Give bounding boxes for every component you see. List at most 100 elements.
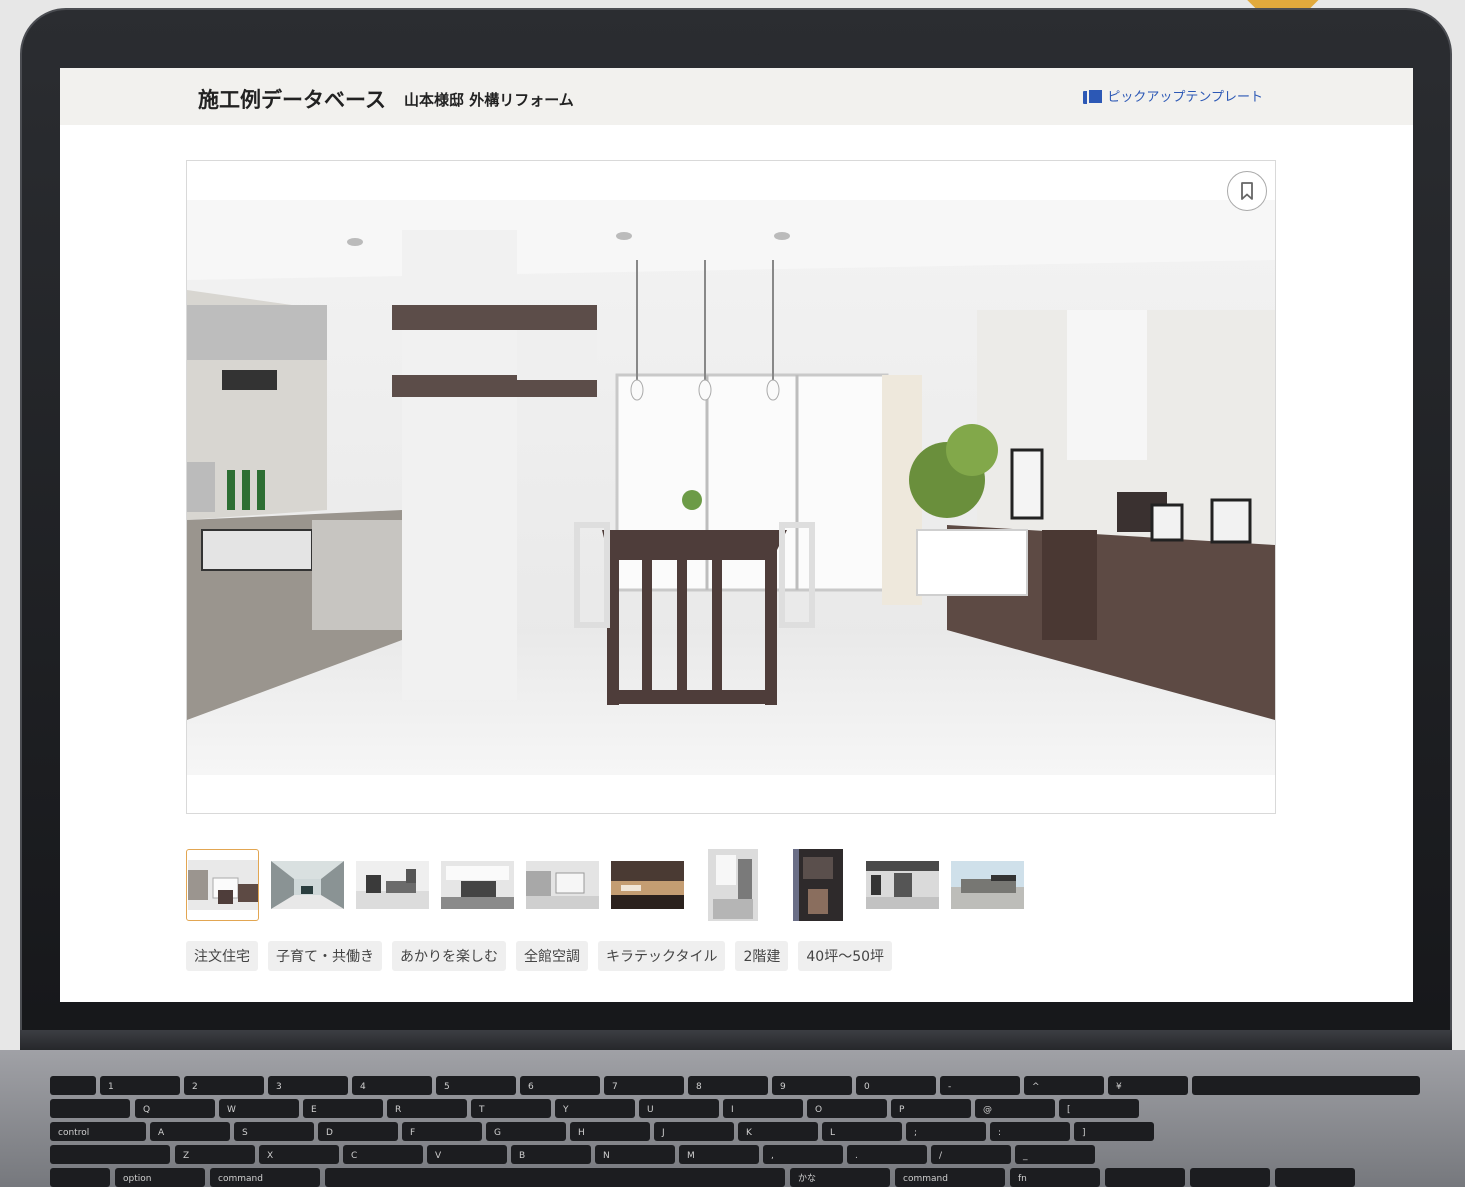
keyboard-key [763, 1145, 843, 1164]
keyboard-key-label: command [903, 1174, 948, 1184]
keyboard-key-label: Y [562, 1105, 569, 1115]
keyboard-key-label: 9 [780, 1082, 786, 1092]
tag[interactable]: キラテックタイル [598, 941, 726, 971]
keyboard-key-label: [ [1067, 1105, 1071, 1115]
keyboard-key [50, 1168, 110, 1187]
keyboard-key [50, 1076, 96, 1095]
tag[interactable]: 注文住宅 [186, 941, 258, 971]
keyboard-key-label: 6 [528, 1082, 534, 1092]
thumbnail[interactable] [271, 849, 344, 921]
pickup-template-link[interactable]: ピックアップテンプレート [1083, 86, 1263, 105]
keyboard-key-label: option [123, 1174, 151, 1184]
keyboard-key-label: 2 [192, 1082, 198, 1092]
keyboard-key-label: V [435, 1151, 442, 1161]
page-subtitle: 山本様邸 外構リフォーム [404, 91, 574, 109]
space-key [325, 1168, 785, 1187]
keyboard-key-label: Q [143, 1105, 150, 1115]
keyboard-key-label: control [58, 1128, 89, 1138]
keyboard-key-label: ^ [1032, 1082, 1040, 1092]
keyboard-key [990, 1122, 1070, 1141]
book-copy-icon [1083, 87, 1105, 105]
keyboard-key-label: H [578, 1128, 585, 1138]
keyboard-key-label: P [899, 1105, 905, 1115]
thumbnail[interactable] [186, 849, 259, 921]
thumbnail[interactable] [611, 849, 684, 921]
keyboard-key-label: 8 [696, 1082, 702, 1092]
keyboard-key-label: 5 [444, 1082, 450, 1092]
keyboard-key-label: X [267, 1151, 273, 1161]
keyboard-key-label: U [647, 1105, 654, 1115]
keyboard-key-label: : [998, 1128, 1001, 1138]
keyboard-key-label: . [855, 1151, 858, 1161]
tag[interactable]: あかりを楽しむ [392, 941, 506, 971]
keyboard-key-label: fn [1018, 1174, 1027, 1184]
tag[interactable]: 子育て・共働き [268, 941, 382, 971]
keyboard-key-label: L [830, 1128, 835, 1138]
tag[interactable]: 全館空調 [516, 941, 588, 971]
keyboard-key-label: R [395, 1105, 401, 1115]
laptop-screen: 施工例データベース 山本様邸 外構リフォーム ピックアップテンプレート 注文住宅… [60, 68, 1413, 1002]
keyboard-key-label: 7 [612, 1082, 618, 1092]
keyboard-key [931, 1145, 1011, 1164]
keyboard-key-label: , [771, 1151, 774, 1161]
thumbnail[interactable] [866, 849, 939, 921]
pickup-template-label: ピックアップテンプレート [1107, 90, 1263, 105]
keyboard-key-label: F [410, 1128, 415, 1138]
page-title: 施工例データベース [198, 88, 386, 112]
keyboard-key-label: ¥ [1116, 1082, 1122, 1092]
tag[interactable]: 2階建 [735, 941, 789, 971]
keyboard-key-label: M [687, 1151, 695, 1161]
keyboard-key-label: 0 [864, 1082, 870, 1092]
keyboard-key-label: S [242, 1128, 248, 1138]
keyboard-key-label: D [326, 1128, 333, 1138]
arrow-key [1190, 1168, 1270, 1187]
keyboard-key-label: I [731, 1105, 734, 1115]
tag[interactable]: 40坪〜50坪 [798, 941, 893, 971]
keyboard-key [1059, 1099, 1139, 1118]
keyboard-key [654, 1122, 734, 1141]
main-photo [187, 200, 1275, 775]
keyboard-key-label: かな [798, 1173, 816, 1184]
keyboard-key [723, 1099, 803, 1118]
keyboard-key [906, 1122, 986, 1141]
keyboard-key [50, 1099, 130, 1118]
arrow-key [1105, 1168, 1185, 1187]
keyboard-key-label: - [948, 1082, 951, 1092]
keyboard-key-label: C [351, 1151, 357, 1161]
thumbnail-strip [186, 849, 1024, 921]
keyboard-key-label: G [494, 1128, 501, 1138]
keyboard-key [1192, 1076, 1420, 1095]
thumbnail[interactable] [696, 849, 769, 921]
thumbnail[interactable] [526, 849, 599, 921]
keyboard-key [847, 1145, 927, 1164]
camera-dot [753, 47, 761, 55]
keyboard-key-label: 3 [276, 1082, 282, 1092]
keyboard-key-label: N [603, 1151, 610, 1161]
page-header: 施工例データベース 山本様邸 外構リフォーム ピックアップテンプレート [60, 68, 1413, 125]
keyboard-key-label: B [519, 1151, 525, 1161]
keyboard-key-label: ; [914, 1128, 917, 1138]
thumbnail[interactable] [356, 849, 429, 921]
bookmark-button[interactable] [1227, 171, 1267, 211]
keyboard-key-label: 4 [360, 1082, 366, 1092]
keyboard-key-label: 1 [108, 1082, 114, 1092]
keyboard-key-label: J [661, 1128, 665, 1138]
keyboard-key [940, 1076, 1020, 1095]
thumbnail[interactable] [951, 849, 1024, 921]
keyboard-key-label: _ [1022, 1151, 1028, 1161]
keyboard-key-label: @ [983, 1105, 992, 1115]
keyboard-key-label: command [218, 1174, 263, 1184]
keyboard-key-label: T [478, 1105, 485, 1115]
main-image-frame [186, 160, 1276, 814]
thumbnail[interactable] [781, 849, 854, 921]
thumbnail[interactable] [441, 849, 514, 921]
keyboard-key [1074, 1122, 1154, 1141]
bookmark-icon [1241, 182, 1253, 200]
keyboard-key-label: ] [1082, 1128, 1086, 1138]
tag-list: 注文住宅 子育て・共働き あかりを楽しむ 全館空調 キラテックタイル 2階建 4… [186, 941, 893, 971]
keyboard-key-label: O [815, 1105, 822, 1115]
keyboard: 1 2 3 4 5 6 7 8 9 0- ^ ¥Q W E R T Y U I O P @ [control A S D F G H J K… [50, 1076, 1420, 1187]
keyboard-key-label: A [158, 1128, 165, 1138]
shift-key [50, 1145, 170, 1164]
keyboard-key-label: E [311, 1105, 317, 1115]
